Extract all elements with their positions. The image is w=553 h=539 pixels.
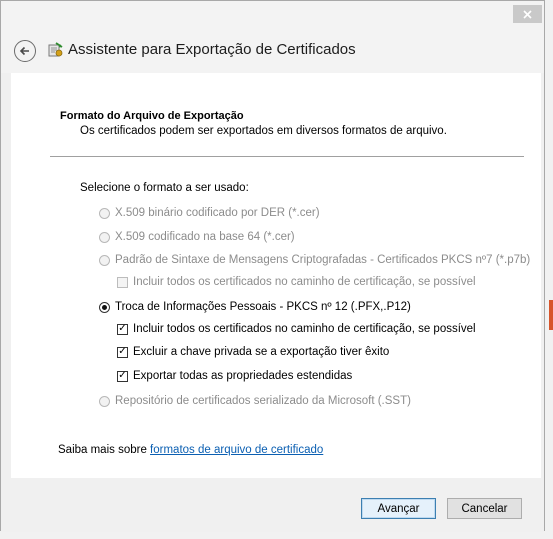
divider bbox=[50, 156, 524, 157]
checkbox-checked[interactable]: ✓ bbox=[117, 370, 128, 382]
section-title: Formato do Arquivo de Exportação bbox=[60, 110, 244, 122]
radio-button[interactable] bbox=[99, 231, 110, 243]
checkbox-checked[interactable]: ✓ bbox=[117, 323, 128, 335]
learn-more: Saiba mais sobre formatos de arquivo de … bbox=[58, 444, 323, 456]
checkbox-export-extended-properties[interactable]: ✓ Exportar todas as propriedades estendi… bbox=[117, 370, 352, 382]
back-button[interactable] bbox=[14, 40, 36, 62]
next-button[interactable]: Avançar bbox=[361, 498, 436, 519]
taskbar-accent bbox=[549, 300, 553, 330]
radio-label: X.509 binário codificado por DER (*.cer) bbox=[115, 207, 320, 219]
radio-button[interactable] bbox=[99, 207, 110, 219]
cancel-button[interactable]: Cancelar bbox=[447, 498, 522, 519]
back-arrow-icon bbox=[19, 46, 29, 56]
close-button[interactable] bbox=[513, 5, 542, 23]
wizard-content: Formato do Arquivo de Exportação Os cert… bbox=[11, 73, 541, 478]
section-description: Os certificados podem ser exportados em … bbox=[80, 125, 447, 137]
title-area: Assistente para Exportação de Certificad… bbox=[1, 1, 544, 73]
checkbox-label: Exportar todas as propriedades estendida… bbox=[133, 370, 353, 382]
radio-option-sst[interactable]: Repositório de certificados serializado … bbox=[99, 395, 411, 407]
export-wizard-window: Assistente para Exportação de Certificad… bbox=[0, 0, 545, 532]
format-prompt: Selecione o formato a ser usado: bbox=[80, 182, 249, 194]
wizard-title: Assistente para Exportação de Certificad… bbox=[68, 41, 356, 58]
radio-button[interactable] bbox=[99, 395, 110, 407]
learn-more-link[interactable]: formatos de arquivo de certificado bbox=[150, 444, 323, 456]
checkbox-checked[interactable]: ✓ bbox=[117, 346, 128, 358]
wizard-footer: Avançar Cancelar bbox=[1, 478, 544, 532]
checkbox-delete-private-key[interactable]: ✓ Excluir a chave privada se a exportaçã… bbox=[117, 346, 389, 358]
radio-label: Padrão de Sintaxe de Mensagens Criptogra… bbox=[115, 254, 531, 266]
radio-label: X.509 codificado na base 64 (*.cer) bbox=[115, 231, 295, 243]
checkbox-label: Excluir a chave privada se a exportação … bbox=[133, 346, 390, 358]
close-icon bbox=[523, 9, 532, 19]
radio-option-p7b[interactable]: Padrão de Sintaxe de Mensagens Criptogra… bbox=[99, 254, 530, 266]
learn-more-prefix: Saiba mais sobre bbox=[58, 444, 151, 456]
radio-option-der[interactable]: X.509 binário codificado por DER (*.cer) bbox=[99, 207, 320, 219]
radio-button[interactable] bbox=[99, 254, 110, 266]
radio-option-pfx[interactable]: Troca de Informações Pessoais - PKCS nº … bbox=[99, 301, 411, 313]
checkbox-label: Incluir todos os certificados no caminho… bbox=[133, 323, 476, 335]
checkbox-label: Incluir todos os certificados no caminho… bbox=[133, 276, 476, 288]
checkbox-p7b-include-chain[interactable]: Incluir todos os certificados no caminho… bbox=[117, 276, 476, 288]
certificate-wizard-icon bbox=[48, 42, 63, 57]
radio-button-selected[interactable] bbox=[99, 301, 110, 313]
radio-option-base64[interactable]: X.509 codificado na base 64 (*.cer) bbox=[99, 231, 295, 243]
radio-label: Troca de Informações Pessoais - PKCS nº … bbox=[115, 301, 411, 313]
checkbox-pfx-include-chain[interactable]: ✓ Incluir todos os certificados no camin… bbox=[117, 323, 476, 335]
checkbox[interactable] bbox=[117, 276, 128, 288]
radio-label: Repositório de certificados serializado … bbox=[115, 395, 411, 407]
